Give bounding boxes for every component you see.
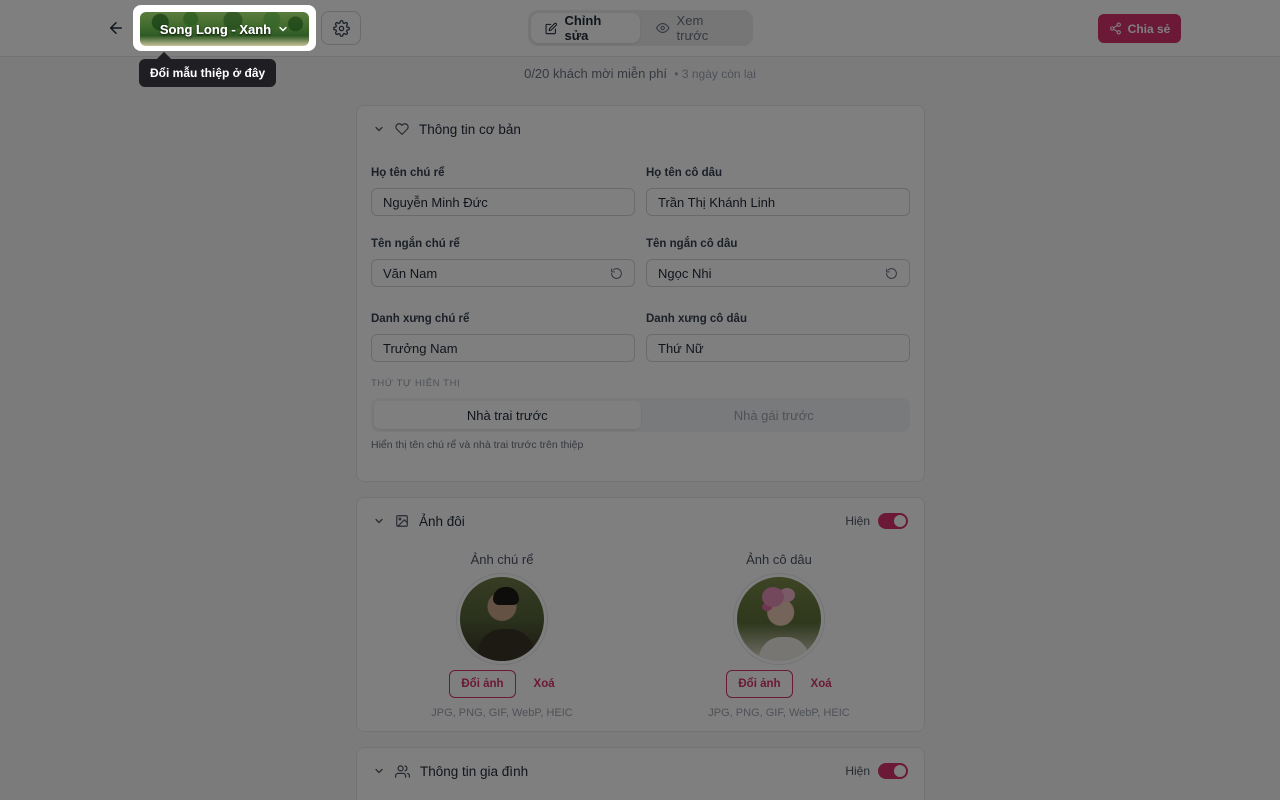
gear-icon	[332, 19, 350, 37]
groom-short-label: Tên ngắn chú rể	[371, 238, 460, 250]
chevron-down-icon	[375, 768, 383, 774]
couple-photos-visibility: Hiện	[845, 513, 908, 529]
arrow-left-icon	[110, 22, 122, 34]
image-icon	[396, 515, 408, 527]
reset-icon[interactable]	[885, 267, 898, 280]
groom-short-value: Văn Nam	[383, 265, 438, 281]
bride-name-label: Họ tên cô dâu	[646, 167, 723, 179]
groom-short-field[interactable]: Văn Nam	[371, 259, 635, 287]
groom-photo-label: Ảnh chú rể	[470, 552, 534, 567]
bride-photo-label: Ảnh cô dâu	[746, 552, 812, 567]
bride-change-photo-button[interactable]: Đổi ảnh	[726, 670, 793, 698]
groom-title-value: Trưởng Nam	[383, 340, 458, 356]
chevron-down-icon	[375, 126, 383, 132]
mode-switch: Chỉnh sửa Xem trước	[528, 10, 753, 46]
heart-icon	[395, 123, 409, 135]
couple-photos-header[interactable]: Ảnh đôi Hiện	[357, 498, 924, 544]
tab-preview-label: Xem trước	[676, 13, 709, 43]
groom-title-field[interactable]: Trưởng Nam	[371, 334, 635, 362]
share-icon	[1109, 22, 1121, 35]
bride-title-label: Danh xưng cô dâu	[646, 313, 747, 325]
bride-name-value: Trần Thị Khánh Linh	[658, 194, 776, 210]
tab-edit[interactable]: Chỉnh sửa	[531, 13, 641, 43]
share-button[interactable]: Chia sẻ	[1098, 14, 1181, 43]
groom-change-photo-button[interactable]: Đổi ảnh	[449, 670, 516, 698]
chevron-down-icon	[375, 518, 383, 524]
share-label: Chia sẻ	[1127, 21, 1171, 36]
family-info-card: Thông tin gia đình Hiện	[356, 747, 925, 800]
back-button[interactable]	[104, 16, 128, 40]
family-info-header[interactable]: Thông tin gia đình Hiện	[357, 748, 924, 794]
bride-name-field[interactable]: Trần Thị Khánh Linh	[646, 188, 910, 216]
groom-name-field[interactable]: Nguyễn Minh Đức	[371, 188, 635, 216]
bride-photo-section: Ảnh cô dâu Đổi ảnh Xoá JPG, PNG, GIF, We…	[649, 552, 909, 719]
basic-info-card: Thông tin cơ bản Họ tên chú rể Nguyễn Mi…	[356, 105, 925, 482]
basic-info-header[interactable]: Thông tin cơ bản	[357, 106, 924, 152]
eye-icon	[656, 22, 670, 34]
tooltip-text: Đổi mẫu thiệp ở đây	[150, 66, 266, 80]
order-selector: Nhà trai trước Nhà gái trước	[371, 398, 910, 432]
guest-text: khách mời miễn phí	[553, 66, 668, 81]
order-bride-first[interactable]: Nhà gái trước	[641, 401, 908, 429]
bride-short-label: Tên ngắn cô dâu	[646, 238, 738, 250]
guest-count: 0/20	[524, 66, 550, 81]
groom-title-label: Danh xưng chú rể	[371, 313, 470, 325]
users-icon	[395, 764, 410, 778]
groom-photo-section: Ảnh chú rể Đổi ảnh Xoá JPG, PNG, GIF, We…	[372, 552, 632, 719]
settings-button[interactable]	[321, 11, 361, 45]
basic-info-title: Thông tin cơ bản	[419, 121, 521, 137]
onboarding-tooltip: Đổi mẫu thiệp ở đây	[139, 59, 277, 87]
family-info-visibility: Hiện	[845, 763, 908, 779]
couple-photos-title: Ảnh đôi	[419, 513, 465, 529]
bride-short-value: Ngọc Nhi	[658, 265, 712, 281]
bride-short-field[interactable]: Ngọc Nhi	[646, 259, 910, 287]
toggle-label: Hiện	[845, 514, 870, 528]
groom-formats: JPG, PNG, GIF, WebP, HEIC	[431, 707, 573, 719]
family-info-title: Thông tin gia đình	[420, 763, 529, 779]
couple-photos-toggle[interactable]	[878, 513, 908, 529]
couple-photos-card: Ảnh đôi Hiện Ảnh chú rể Đổi ảnh Xoá JPG,…	[356, 497, 925, 732]
groom-name-label: Họ tên chú rể	[371, 167, 445, 179]
edit-icon	[545, 22, 558, 34]
bride-title-value: Thứ Nữ	[658, 340, 704, 356]
bride-avatar	[734, 574, 824, 664]
tab-preview[interactable]: Xem trước	[642, 13, 750, 43]
groom-delete-photo-button[interactable]: Xoá	[534, 678, 555, 690]
order-hint: Hiển thị tên chú rể và nhà trai trước tr…	[371, 439, 584, 451]
groom-name-value: Nguyễn Minh Đức	[383, 194, 488, 210]
bride-delete-photo-button[interactable]: Xoá	[811, 678, 832, 690]
family-info-toggle[interactable]	[878, 763, 908, 779]
days-remaining: • 3 ngày còn lại	[674, 67, 756, 81]
order-caption: THỨ TỰ HIỂN THỊ	[371, 378, 461, 389]
bride-formats: JPG, PNG, GIF, WebP, HEIC	[708, 707, 850, 719]
bride-title-field[interactable]: Thứ Nữ	[646, 334, 910, 362]
groom-avatar	[457, 574, 547, 664]
toggle-label: Hiện	[845, 764, 870, 778]
template-name: Song Long - Xanh	[159, 21, 272, 37]
reset-icon[interactable]	[610, 267, 623, 280]
tab-edit-label: Chỉnh sửa	[564, 13, 602, 43]
order-groom-first[interactable]: Nhà trai trước	[374, 401, 641, 429]
chevron-down-icon	[279, 26, 287, 32]
